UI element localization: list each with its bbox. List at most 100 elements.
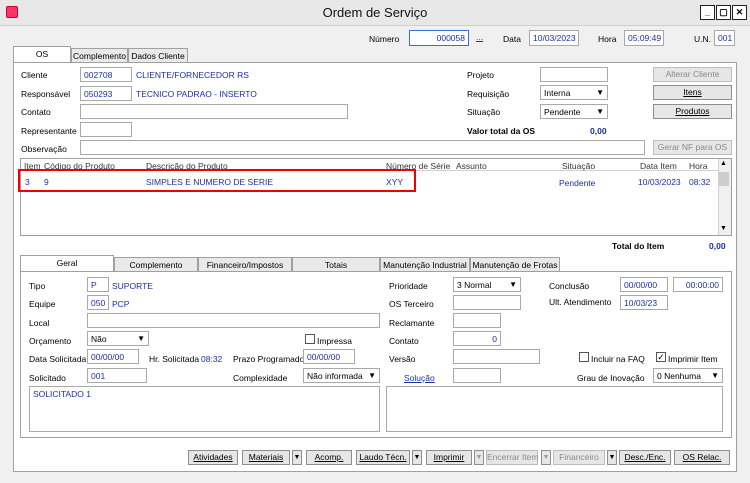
numero-lookup-button[interactable]: ... — [476, 32, 483, 42]
tab-dados-cliente[interactable]: Dados Cliente — [128, 48, 188, 63]
subtab-complemento[interactable]: Complemento — [114, 257, 198, 272]
acomp-button[interactable]: Acomp. — [306, 450, 352, 465]
financeiro-dropdown-icon[interactable]: ▼ — [607, 450, 617, 465]
contato-input[interactable] — [80, 104, 348, 119]
row-data: 10/03/2023 — [638, 177, 681, 187]
grid-scrollbar[interactable] — [718, 159, 731, 235]
versao-input[interactable] — [453, 349, 540, 364]
minimize-button[interactable]: _ — [700, 5, 715, 20]
representante-label: Representante — [21, 126, 77, 136]
os-relac-button[interactable]: OS Relac. — [674, 450, 730, 465]
col-situacao: Situação — [562, 161, 596, 171]
ult-atendimento-input[interactable]: 10/03/23 — [620, 295, 668, 310]
impressa-checkbox[interactable] — [305, 334, 315, 344]
imprimir-button[interactable]: Imprimir — [426, 450, 472, 465]
solicitado-memo[interactable]: SOLICITADO 1 — [29, 386, 380, 432]
total-item: 0,00 — [709, 241, 726, 251]
responsavel-code-input[interactable]: 050293 — [80, 86, 132, 101]
equipe-name: PCP — [112, 299, 130, 309]
laudo-dropdown-icon[interactable]: ▼ — [412, 450, 422, 465]
chevron-down-icon: ▼ — [596, 107, 604, 116]
tab-complemento[interactable]: Complemento — [71, 48, 128, 63]
cliente-name: CLIENTE/FORNECEDOR RS — [136, 70, 249, 80]
local-input[interactable] — [87, 313, 380, 328]
imprimir-item-checkbox[interactable]: ✓ — [656, 352, 666, 362]
conclusao-hora-input[interactable]: 00:00:00 — [673, 277, 723, 292]
solucao-input[interactable] — [453, 368, 501, 383]
situacao-select[interactable]: Pendente ▼ — [540, 104, 608, 119]
prazo-input[interactable]: 00/00/00 — [303, 349, 355, 364]
reclamante-input[interactable] — [453, 313, 501, 328]
col-hora: Hora — [689, 161, 708, 171]
solucao-link[interactable]: Solução — [404, 373, 435, 383]
close-button[interactable]: ✕ — [732, 5, 747, 20]
window-title: Ordem de Serviço — [322, 5, 428, 20]
hr-solicitada: 08:32 — [201, 354, 223, 364]
complexidade-label: Complexidade — [233, 373, 288, 383]
laudo-button[interactable]: Laudo Técn. — [356, 450, 410, 465]
financeiro-left-icon[interactable]: ▼ — [541, 450, 551, 465]
requisicao-select[interactable]: Interna ▼ — [540, 85, 608, 100]
scroll-thumb[interactable] — [719, 172, 729, 186]
grau-inovacao-select[interactable]: 0 Nenhuma ▼ — [653, 368, 723, 383]
atividades-button[interactable]: Atividades — [188, 450, 238, 465]
os-terceiro-label: OS Terceiro — [389, 299, 434, 309]
hora-input[interactable]: 05:09:49 — [624, 30, 664, 46]
materiais-button[interactable]: Materiais — [242, 450, 290, 465]
encerrar-dropdown-icon[interactable]: ▼ — [474, 450, 484, 465]
data-solicitada-input[interactable]: 00/00/00 — [87, 349, 139, 364]
data-solicitada-label: Data Solicitada — [29, 354, 87, 364]
subtab-totais[interactable]: Totais — [292, 257, 380, 272]
responsavel-name: TECNICO PADRAO - INSERTO — [136, 89, 257, 99]
solicitado-input[interactable]: 001 — [87, 368, 147, 383]
projeto-input[interactable] — [540, 67, 608, 82]
solucao-memo[interactable] — [386, 386, 723, 432]
observacao-input[interactable] — [80, 140, 645, 155]
contato-geral-input[interactable]: 0 — [453, 331, 501, 346]
versao-label: Versão — [389, 354, 416, 364]
conclusao-label: Conclusão — [549, 281, 590, 291]
encerrar-item-button[interactable]: Encerrar Item — [486, 450, 539, 465]
tipo-code-input[interactable]: P — [87, 277, 109, 292]
itens-button[interactable]: Itens — [653, 85, 732, 100]
gerar-nf-button[interactable]: Gerar NF para OS — [653, 140, 732, 155]
data-input[interactable]: 10/03/2023 — [529, 30, 579, 46]
scroll-down-icon[interactable]: ▼ — [720, 225, 727, 232]
grau-inovacao-label: Grau de Inovação — [577, 373, 645, 383]
orcamento-select[interactable]: Não ▼ — [87, 331, 149, 346]
tipo-label: Tipo — [29, 281, 46, 291]
tab-os[interactable]: OS — [13, 46, 71, 63]
maximize-button[interactable]: ▢ — [716, 5, 731, 20]
complexidade-select[interactable]: Não informada ▼ — [303, 368, 380, 383]
reclamante-label: Reclamante — [389, 318, 435, 328]
subtab-geral[interactable]: Geral — [20, 255, 114, 272]
incluir-faq-checkbox[interactable] — [579, 352, 589, 362]
subtab-financeiro[interactable]: Financeiro/Impostos — [198, 257, 292, 272]
projeto-label: Projeto — [467, 70, 494, 80]
desc-enc-button[interactable]: Desc./Enc. — [619, 450, 671, 465]
responsavel-label: Responsável — [21, 89, 71, 99]
cliente-code-input[interactable]: 002708 — [80, 67, 132, 82]
un-input[interactable]: 001 — [714, 30, 735, 46]
equipe-code-input[interactable]: 050 — [87, 295, 109, 310]
financeiro-button[interactable]: Financeiro — [553, 450, 605, 465]
requisicao-label: Requisição — [467, 89, 510, 99]
produtos-button[interactable]: Produtos — [653, 104, 732, 119]
valor-total: 0,00 — [590, 126, 607, 136]
subtab-manutencao-industrial[interactable]: Manutenção Industrial — [380, 257, 470, 272]
local-label: Local — [29, 318, 50, 328]
chevron-down-icon: ▼ — [368, 371, 376, 380]
chevron-down-icon: ▼ — [596, 88, 604, 97]
representante-input[interactable] — [80, 122, 132, 137]
prioridade-select[interactable]: 3 Normal ▼ — [453, 277, 521, 292]
materiais-dropdown-icon[interactable]: ▼ — [292, 450, 302, 465]
os-terceiro-input[interactable] — [453, 295, 521, 310]
conclusao-data-input[interactable]: 00/00/00 — [620, 277, 668, 292]
total-item-label: Total do Item — [612, 241, 665, 251]
hora-label: Hora — [598, 34, 617, 44]
alterar-cliente-button[interactable]: Alterar Cliente — [653, 67, 732, 82]
scroll-up-icon[interactable]: ▲ — [720, 160, 727, 167]
subtab-manutencao-frotas[interactable]: Manutenção de Frotas — [470, 257, 560, 272]
numero-input[interactable]: 000058 — [409, 30, 469, 46]
col-assunto: Assunto — [456, 161, 487, 171]
